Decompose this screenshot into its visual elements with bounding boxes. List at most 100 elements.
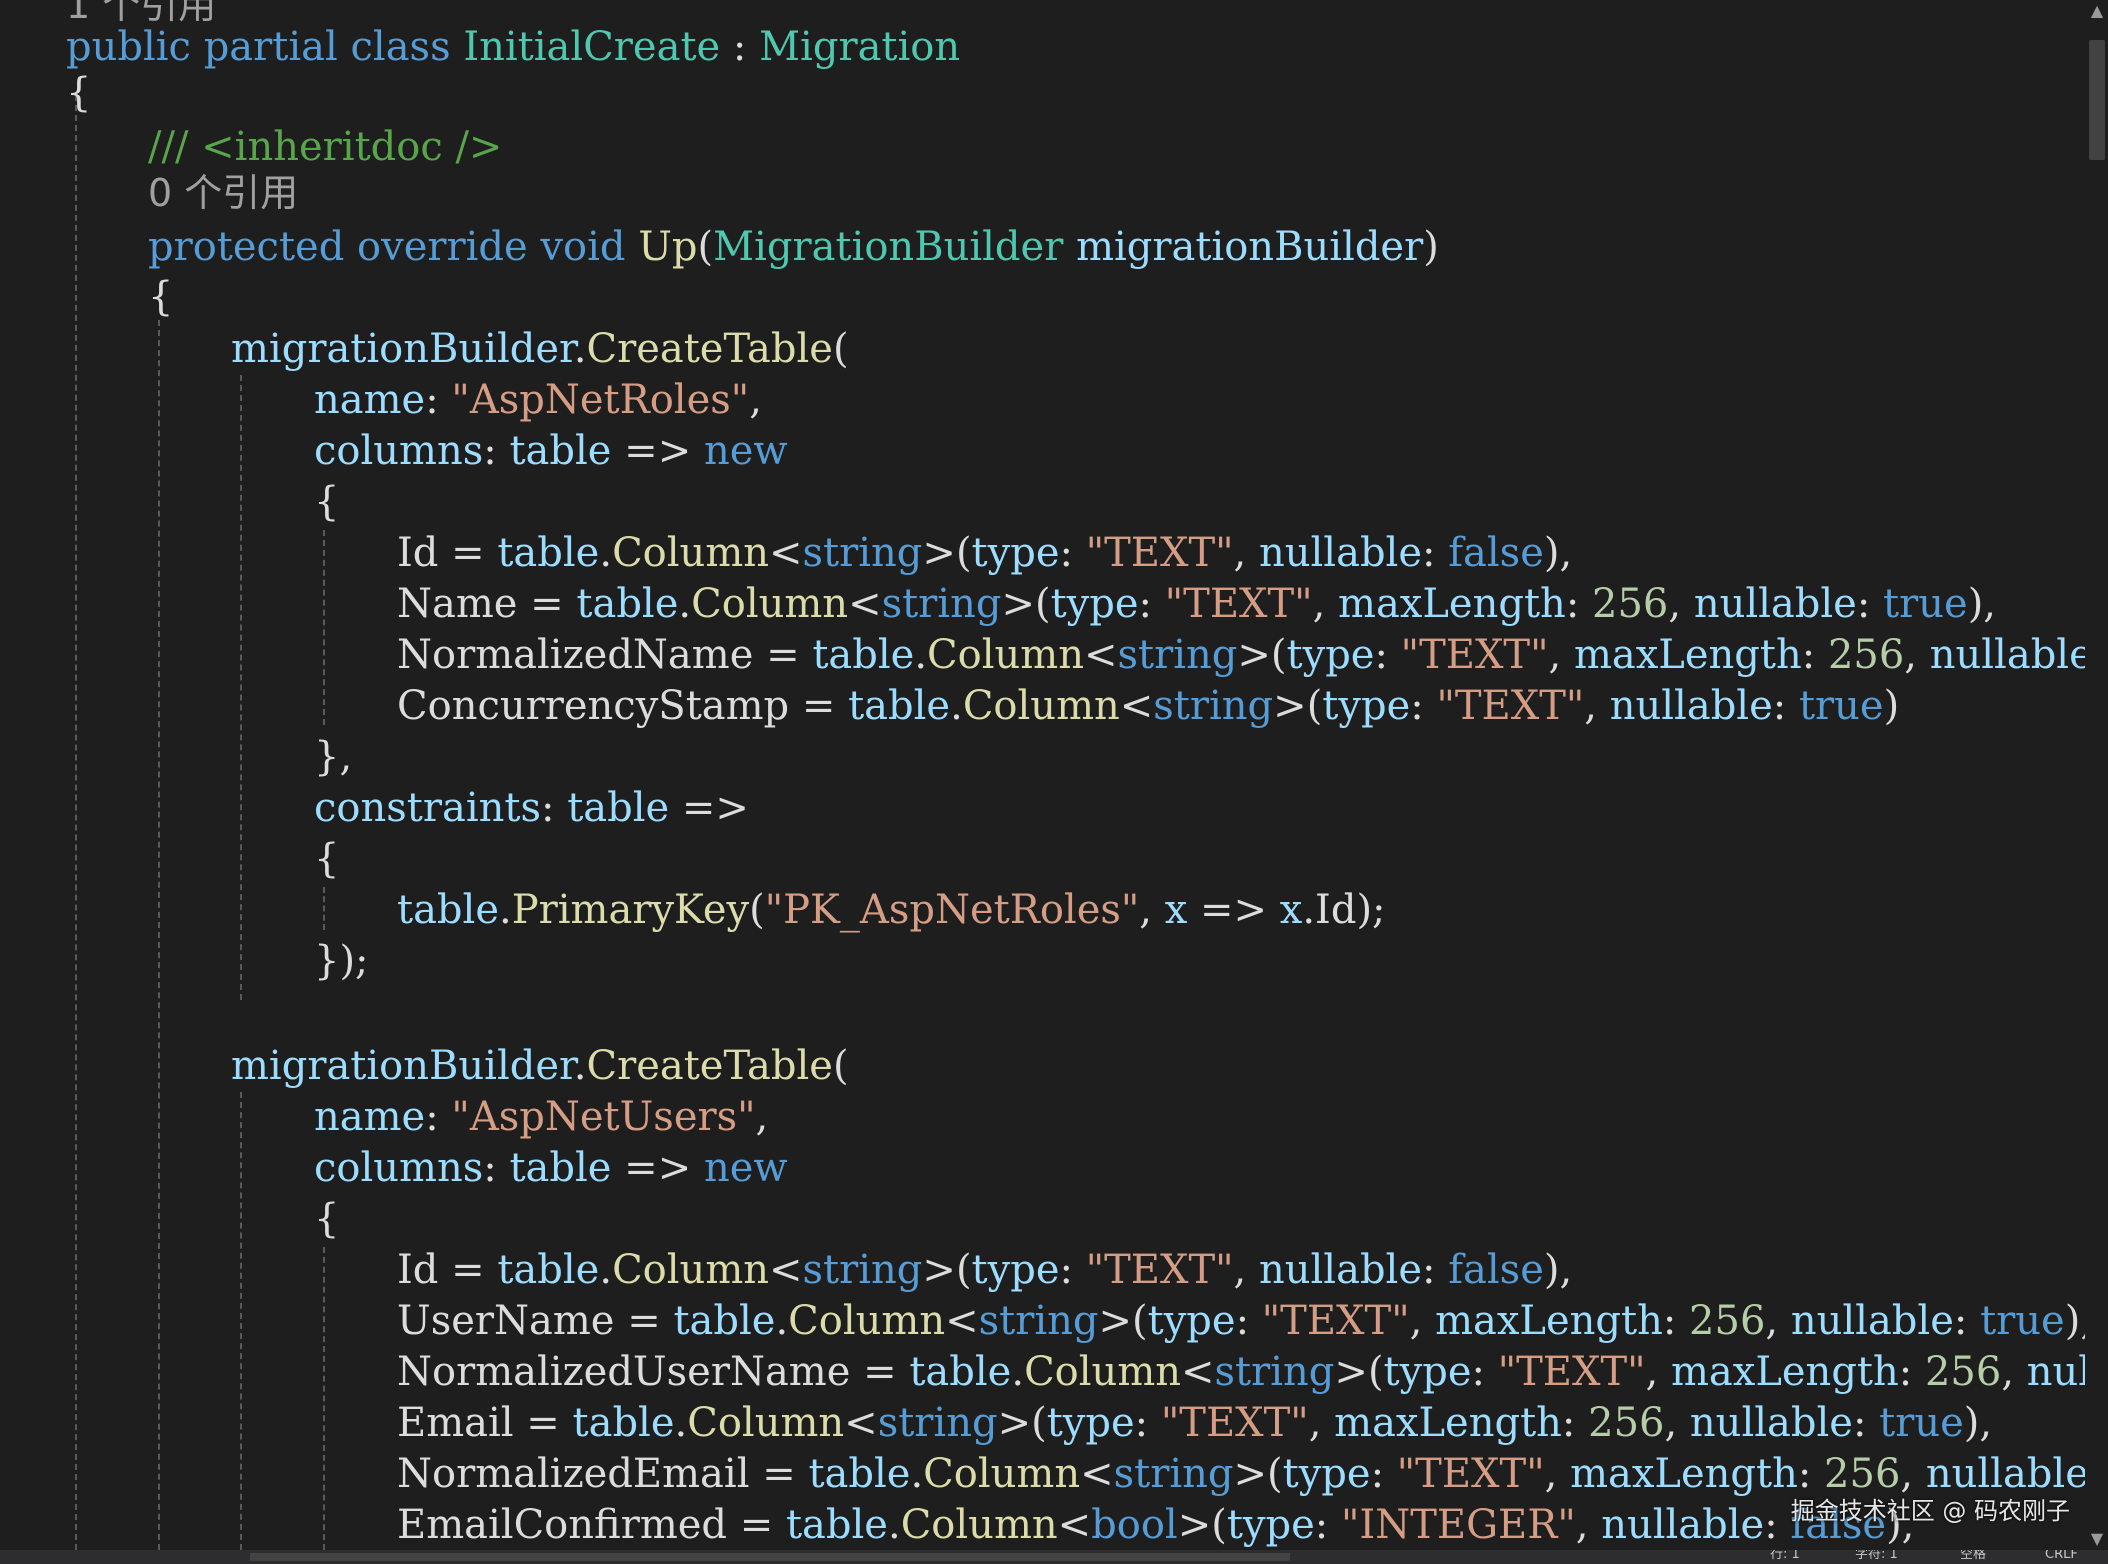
- token-method: Column: [1024, 1349, 1182, 1395]
- code-line-users-col-email[interactable]: Email = table.Column<string>(type: "TEXT…: [397, 1398, 1992, 1449]
- token-param: nullable: [1929, 632, 2085, 678]
- code-line-create-table-users[interactable]: migrationBuilder.CreateTable(: [231, 1041, 849, 1092]
- code-line-users-columns-open[interactable]: {: [314, 1194, 339, 1245]
- token-punct: ,: [1645, 1349, 1671, 1395]
- token-punct: ,: [1308, 1400, 1335, 1446]
- code-line-users-name[interactable]: name: "AspNetUsers",: [314, 1092, 768, 1143]
- token-punct: <: [848, 581, 882, 627]
- code-line-roles-constraints[interactable]: constraints: table =>: [314, 783, 749, 834]
- token-punct: .: [1011, 1349, 1025, 1395]
- token-punct: =: [727, 1502, 786, 1548]
- token-param: type: [1322, 683, 1411, 729]
- token-punct: .: [674, 1400, 688, 1446]
- token-codelens: 0 个引用: [148, 171, 299, 215]
- status-line[interactable]: 行: 1: [1770, 1550, 1800, 1562]
- status-char[interactable]: 字符: 1: [1855, 1550, 1898, 1562]
- token-punct: =: [614, 1298, 674, 1344]
- code-line-users-columns[interactable]: columns: table => new: [314, 1143, 788, 1194]
- code-line-roles-col-name[interactable]: Name = table.Column<string>(type: "TEXT"…: [397, 579, 1996, 630]
- token-punct: =: [749, 1451, 809, 1497]
- token-punct: ,: [1312, 581, 1339, 627]
- token-param: type: [1282, 1451, 1371, 1497]
- token-punct: .: [499, 887, 512, 933]
- token-punct: <: [1057, 1502, 1092, 1548]
- token-punct: :: [1662, 1298, 1690, 1344]
- token-method: Column: [788, 1298, 946, 1344]
- token-punct: >(: [1001, 581, 1051, 627]
- token-punct: ,: [755, 1094, 769, 1140]
- code-line-roles-col-id[interactable]: Id = table.Column<string>(type: "TEXT", …: [397, 528, 1572, 579]
- token-punct: (: [832, 326, 849, 372]
- horizontal-scroll-thumb[interactable]: [250, 1553, 1290, 1561]
- indent-guide: [75, 95, 77, 1550]
- token-punct: [451, 24, 464, 70]
- token-punct: <: [844, 1400, 878, 1446]
- token-punct: ),: [1963, 1400, 1993, 1446]
- indent-guide: [240, 375, 242, 1000]
- code-line-roles-close[interactable]: });: [314, 936, 369, 987]
- code-line-roles-name[interactable]: name: "AspNetRoles",: [314, 375, 762, 426]
- token-punct: .: [887, 1502, 901, 1548]
- token-punct: ,: [2001, 1349, 2027, 1395]
- status-whitespace[interactable]: 空格: [1960, 1550, 1986, 1562]
- token-kw: public: [66, 24, 191, 70]
- token-kw: string: [978, 1298, 1099, 1344]
- token-param: type: [1046, 1400, 1135, 1446]
- code-line-roles-columns[interactable]: columns: table => new: [314, 426, 788, 477]
- code-line-roles-col-normalized-name[interactable]: NormalizedName = table.Column<string>(ty…: [397, 630, 2085, 681]
- token-punct: ,: [1904, 632, 1930, 678]
- token-param: table: [848, 683, 951, 729]
- token-punct: ,: [1139, 887, 1165, 933]
- token-param: nullable: [1258, 530, 1423, 576]
- code-line-roles-columns-open[interactable]: {: [314, 477, 339, 528]
- code-line-create-table-roles[interactable]: migrationBuilder.CreateTable(: [231, 324, 849, 375]
- token-punct: :: [1134, 1400, 1161, 1446]
- code-line-users-col-username[interactable]: UserName = table.Column<string>(type: "T…: [397, 1296, 2085, 1347]
- token-param: name: [314, 377, 426, 423]
- code-line-users-col-normalized-username[interactable]: NormalizedUserName = table.Column<string…: [397, 1347, 2085, 1398]
- token-method: Column: [612, 1247, 770, 1293]
- vertical-scroll-thumb[interactable]: [2089, 40, 2105, 160]
- indent-guide: [158, 320, 160, 1550]
- token-punct: ,: [1765, 1298, 1791, 1344]
- code-line-class-open-brace[interactable]: {: [66, 68, 91, 119]
- scroll-up-arrow-icon[interactable]: ▲: [2088, 2, 2106, 20]
- token-punct: =: [753, 632, 813, 678]
- token-kw: string: [1113, 1451, 1234, 1497]
- vertical-scrollbar[interactable]: ▲ ▼: [2085, 0, 2108, 1550]
- token-punct: ),: [1543, 530, 1573, 576]
- scroll-down-arrow-icon[interactable]: ▼: [2088, 1530, 2106, 1548]
- token-kw: string: [877, 1400, 998, 1446]
- token-punct: ),: [1543, 1247, 1573, 1293]
- token-punct: ),: [2064, 1298, 2085, 1344]
- token-punct: :: [1953, 1298, 1981, 1344]
- code-editor[interactable]: 1 个引用 public partial class InitialCreate …: [0, 0, 2085, 1550]
- code-line-users-col-email-confirmed[interactable]: EmailConfirmed = table.Column<bool>(type…: [397, 1500, 1914, 1550]
- code-line-up-open-brace[interactable]: {: [148, 272, 173, 323]
- token-punct: {: [66, 70, 92, 116]
- code-line-class-declaration[interactable]: public partial class InitialCreate : Mig…: [66, 22, 960, 73]
- code-line-roles-col-concurrency[interactable]: ConcurrencyStamp = table.Column<string>(…: [397, 681, 1899, 732]
- token-param: nullable: [1693, 581, 1857, 627]
- token-param: nullable: [1689, 1400, 1853, 1446]
- status-line-ending[interactable]: CRLF: [2045, 1550, 2078, 1562]
- token-param: table: [812, 632, 915, 678]
- token-kw: string: [1117, 632, 1238, 678]
- token-punct: :: [720, 24, 760, 70]
- code-line-codelens-up-refs[interactable]: 0 个引用: [148, 168, 298, 219]
- code-line-roles-constraints-open[interactable]: {: [314, 834, 339, 885]
- code-line-users-col-id[interactable]: Id = table.Column<string>(type: "TEXT", …: [397, 1245, 1572, 1296]
- code-line-roles-columns-close[interactable]: },: [314, 732, 352, 783]
- code-line-up-method-signature[interactable]: protected override void Up(MigrationBuil…: [148, 222, 1439, 273]
- code-line-roles-primary-key[interactable]: table.PrimaryKey("PK_AspNetRoles", x => …: [397, 885, 1386, 936]
- token-var: NormalizedEmail: [397, 1451, 750, 1497]
- token-punct: =: [517, 581, 577, 627]
- token-punct: =>: [611, 428, 704, 474]
- code-line-doc-comment[interactable]: /// <inheritdoc />: [148, 122, 502, 173]
- token-param: table: [497, 1247, 600, 1293]
- indent-guide: [323, 530, 325, 725]
- token-punct: :: [1852, 1400, 1880, 1446]
- token-punct: .: [573, 1043, 587, 1089]
- token-str: "PK_AspNetRoles": [764, 887, 1140, 933]
- token-str: "TEXT": [1436, 683, 1585, 729]
